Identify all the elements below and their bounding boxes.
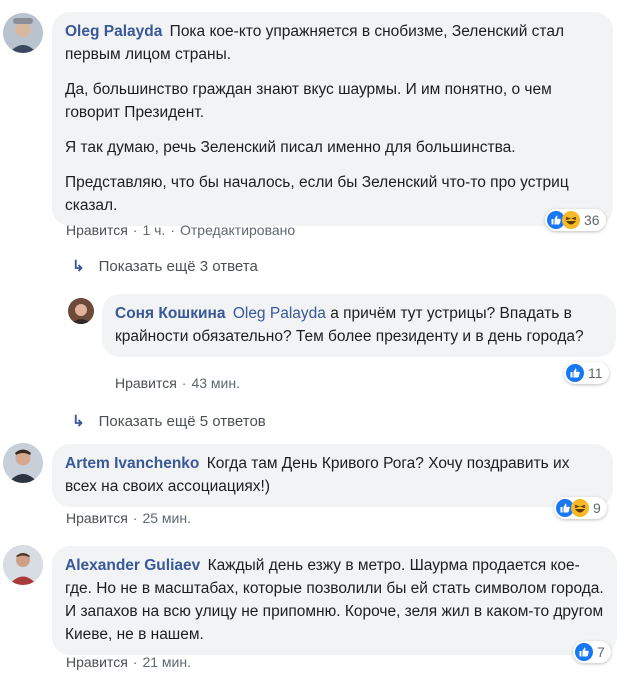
like-link[interactable]: Нравится: [115, 375, 177, 391]
like-reaction-icon: [566, 364, 584, 382]
like-link[interactable]: Нравится: [66, 510, 128, 526]
show-more-label: Показать ещё 5 ответов: [98, 412, 266, 430]
avatar-alexander-guliaev[interactable]: [3, 545, 43, 585]
reply-arrow-icon: ↳: [72, 258, 85, 275]
reaction-count: 7: [597, 644, 605, 660]
reaction-summary[interactable]: 36: [545, 209, 606, 231]
reaction-count: 9: [593, 500, 601, 516]
comment-author[interactable]: Alexander Guliaev: [65, 557, 200, 574]
reply-timestamp[interactable]: 43 мин.: [191, 375, 240, 391]
reply-actions: Нравится · 43 мин.: [115, 375, 240, 391]
reply-bubble: Соня Кошкина Oleg Palayda а причём тут у…: [102, 294, 616, 357]
comment-actions: Нравится · 1 ч. · Отредактировано: [66, 222, 296, 238]
comment-author[interactable]: Artem Ivanchenko: [65, 455, 199, 472]
comment-actions: Нравится · 25 мин.: [66, 510, 191, 526]
haha-reaction-icon: [571, 499, 589, 517]
edited-label[interactable]: Отредактировано: [180, 222, 295, 238]
comment-text: Представляю, что бы началось, если бы Зе…: [65, 174, 569, 214]
comment-timestamp[interactable]: 21 мин.: [142, 654, 191, 670]
show-more-replies[interactable]: ↳ Показать ещё 5 ответов: [72, 412, 266, 431]
mention-link[interactable]: Oleg Palayda: [233, 305, 326, 322]
comment-bubble: Oleg Palayda Пока кое-кто упражняется в …: [52, 12, 613, 226]
like-link[interactable]: Нравится: [66, 222, 128, 238]
like-link[interactable]: Нравится: [66, 654, 128, 670]
show-more-label: Показать ещё 3 ответа: [98, 257, 258, 275]
reaction-summary[interactable]: 11: [564, 362, 609, 384]
avatar-sonya-koshkina[interactable]: [68, 298, 94, 324]
comment-bubble: Alexander Guliaev Каждый день езжу в мет…: [52, 546, 617, 655]
reaction-summary[interactable]: 9: [554, 497, 607, 519]
reaction-count: 11: [588, 365, 603, 381]
comment-text: Да, большинство граждан знают вкус шаурм…: [65, 81, 552, 121]
like-reaction-icon: [575, 643, 593, 661]
reaction-summary[interactable]: 7: [573, 641, 611, 663]
comment-timestamp[interactable]: 25 мин.: [142, 510, 191, 526]
comment-timestamp[interactable]: 1 ч.: [142, 222, 165, 238]
comment-text: Я так думаю, речь Зеленский писал именно…: [65, 139, 516, 156]
avatar-oleg-palayda[interactable]: [3, 13, 43, 53]
haha-reaction-icon: [562, 211, 580, 229]
show-more-replies[interactable]: ↳ Показать ещё 3 ответа: [72, 257, 258, 276]
reply-author[interactable]: Соня Кошкина: [115, 305, 226, 322]
reply-arrow-icon: ↳: [72, 413, 85, 430]
reaction-count: 36: [584, 212, 600, 228]
comment-first-paragraph: Oleg Palayda Пока кое-кто упражняется в …: [65, 20, 600, 66]
avatar-artem-ivanchenko[interactable]: [3, 443, 43, 483]
comment-actions: Нравится · 21 мин.: [66, 654, 191, 670]
comment-author[interactable]: Oleg Palayda: [65, 23, 162, 40]
comment-bubble: Artem Ivanchenko Когда там День Кривого …: [52, 444, 613, 507]
